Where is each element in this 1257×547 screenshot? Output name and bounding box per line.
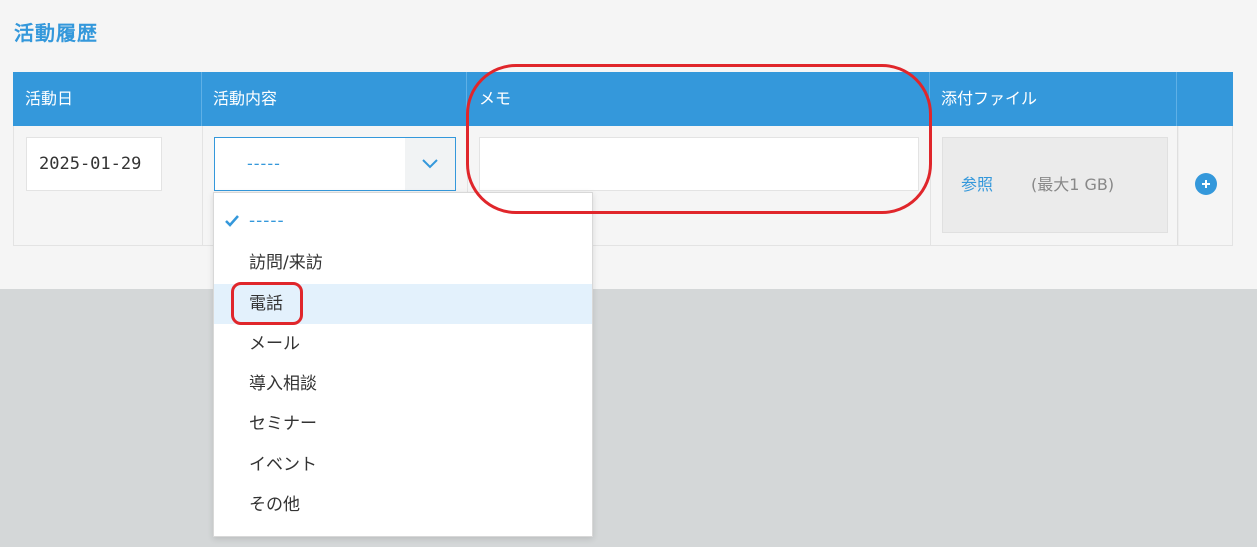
section-title: 活動履歴 <box>14 21 98 45</box>
dropdown-option-label: 電話 <box>249 294 283 314</box>
header-divider <box>466 72 467 126</box>
column-divider <box>202 126 203 245</box>
table-header: 活動日 活動内容 メモ 添付ファイル <box>13 72 1233 126</box>
add-column-divider <box>1177 126 1179 245</box>
dropdown-option-label: 訪問/来訪 <box>249 253 323 273</box>
table-row: 2025-01-29 ----- 参照 (最大1 GB) <box>13 126 1233 246</box>
max-size-label: (最大1 GB) <box>1031 175 1115 194</box>
dropdown-option[interactable]: メール <box>214 324 592 364</box>
dropdown-option-label: イベント <box>249 455 317 475</box>
column-divider <box>930 126 931 245</box>
dropdown-option-label: セミナー <box>249 414 317 434</box>
header-memo: メモ <box>479 89 512 108</box>
activity-content-select[interactable]: ----- <box>214 137 456 191</box>
activity-date-input[interactable]: 2025-01-29 <box>26 137 162 191</box>
header-divider <box>929 72 930 126</box>
attachment-dropzone[interactable]: 参照 (最大1 GB) <box>942 137 1168 233</box>
dropdown-option[interactable]: 導入相談 <box>214 364 592 404</box>
dropdown-option-label: その他 <box>249 495 300 515</box>
dropdown-option[interactable]: セミナー <box>214 404 592 444</box>
dropdown-option[interactable]: 電話 <box>214 284 592 324</box>
dropdown-option-label: 導入相談 <box>249 374 317 394</box>
dropdown-option[interactable]: その他 <box>214 485 592 525</box>
header-activity-date: 活動日 <box>25 89 74 108</box>
header-divider <box>201 72 202 126</box>
memo-input[interactable] <box>479 137 919 191</box>
header-activity-content: 活動内容 <box>213 89 278 108</box>
browse-link[interactable]: 参照 <box>961 138 993 232</box>
dropdown-option-label: ----- <box>249 211 285 231</box>
header-divider <box>1176 72 1177 126</box>
dropdown-option-label: メール <box>249 334 300 354</box>
select-value: ----- <box>247 154 281 173</box>
plus-circle-icon[interactable] <box>1195 173 1217 195</box>
chevron-down-icon[interactable] <box>405 138 455 190</box>
activity-history-section: 活動履歴 活動日 活動内容 メモ 添付ファイル 2025-01-29 -----… <box>0 0 1257 289</box>
dropdown-option[interactable]: ----- <box>214 201 592 241</box>
activity-dropdown-menu: ----- 訪問/来訪 電話 メール 導入相談 セミナー イベント その他 <box>213 192 593 537</box>
dropdown-option[interactable]: イベント <box>214 445 592 485</box>
header-attachment: 添付ファイル <box>941 89 1038 108</box>
check-icon <box>224 201 240 241</box>
dropdown-option[interactable]: 訪問/来訪 <box>214 243 592 283</box>
